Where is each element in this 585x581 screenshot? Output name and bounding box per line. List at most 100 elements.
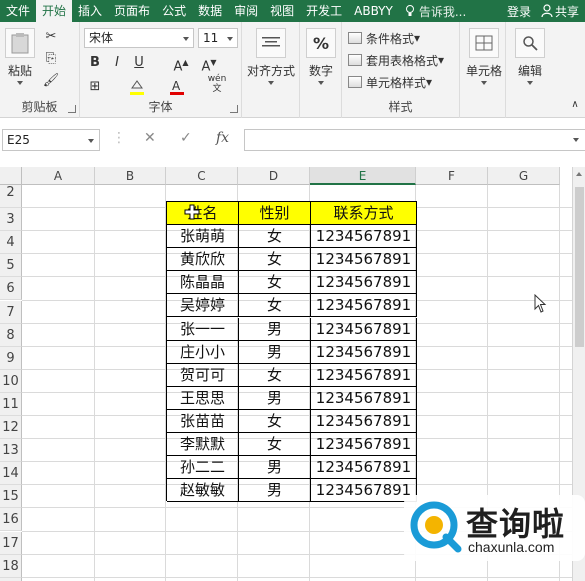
row-header-15[interactable]: 15 xyxy=(0,485,22,509)
table-cell[interactable]: 吴婷婷 xyxy=(167,294,239,318)
table-header-cell[interactable]: 姓名 xyxy=(167,202,239,226)
row-header-6[interactable]: 6 xyxy=(0,277,22,301)
tab-insert[interactable]: 插入 xyxy=(72,0,108,22)
scroll-thumb[interactable] xyxy=(575,187,584,347)
column-header-f[interactable]: F xyxy=(416,167,488,185)
row-header-11[interactable]: 11 xyxy=(0,392,22,416)
bold-button[interactable]: B xyxy=(86,54,104,72)
table-cell[interactable]: 1234567891 xyxy=(311,225,417,249)
tab-file[interactable]: 文件 xyxy=(0,0,36,22)
font-name-dropdown[interactable]: 宋体 xyxy=(84,28,194,48)
row-header-14[interactable]: 14 xyxy=(0,462,22,486)
number-button[interactable]: % 数字 xyxy=(304,28,338,85)
table-cell[interactable]: 女 xyxy=(239,225,311,249)
table-cell[interactable]: 庄小小 xyxy=(167,340,239,364)
fill-color-icon[interactable] xyxy=(128,78,146,96)
tab-home[interactable]: 开始 xyxy=(36,0,73,22)
row-header-18[interactable]: 18 xyxy=(0,554,22,578)
copy-icon[interactable]: ⎘ xyxy=(42,50,60,68)
table-cell[interactable]: 陈晶晶 xyxy=(167,271,239,295)
table-header-cell[interactable]: 联系方式 xyxy=(311,202,417,226)
table-cell[interactable]: 女 xyxy=(239,271,311,295)
underline-button[interactable]: U xyxy=(130,54,148,72)
table-cell[interactable]: 1234567891 xyxy=(311,363,417,387)
italic-button[interactable]: I xyxy=(108,54,126,72)
increase-font-icon[interactable]: A▲ xyxy=(172,54,190,74)
table-cell[interactable]: 1234567891 xyxy=(311,409,417,433)
table-cell[interactable]: 贺可可 xyxy=(167,363,239,387)
table-cell[interactable]: 1234567891 xyxy=(311,456,417,480)
decrease-font-icon[interactable]: A▼ xyxy=(200,54,218,74)
table-cell[interactable]: 王思思 xyxy=(167,386,239,410)
column-header-c[interactable]: C xyxy=(166,167,238,185)
conditional-format-button[interactable]: 条件格式 ▾ xyxy=(348,28,420,48)
collapse-ribbon-icon[interactable]: ∧ xyxy=(566,96,584,114)
row-header-2[interactable]: 2 xyxy=(0,185,22,209)
table-cell[interactable]: 1234567891 xyxy=(311,386,417,410)
font-launcher-icon[interactable] xyxy=(230,105,238,113)
row-header-3[interactable]: 3 xyxy=(0,208,22,232)
table-cell[interactable]: 1234567891 xyxy=(311,248,417,272)
table-cell[interactable]: 1234567891 xyxy=(311,479,417,503)
column-header-g[interactable]: G xyxy=(488,167,560,185)
table-cell[interactable]: 女 xyxy=(239,433,311,457)
table-cell[interactable]: 男 xyxy=(239,340,311,364)
table-cell[interactable]: 1234567891 xyxy=(311,433,417,457)
tab-page-layout[interactable]: 页面布 xyxy=(108,0,156,22)
row-header-4[interactable]: 4 xyxy=(0,231,22,255)
table-cell[interactable]: 李默默 xyxy=(167,433,239,457)
table-cell[interactable]: 男 xyxy=(239,479,311,503)
fx-icon[interactable]: fx xyxy=(216,130,229,146)
share-button[interactable]: 共享 xyxy=(539,3,585,20)
expand-formula-icon[interactable] xyxy=(573,138,579,142)
phonetic-icon[interactable]: wén 文 xyxy=(204,74,230,94)
formula-input[interactable] xyxy=(244,129,585,151)
format-painter-icon[interactable]: 🖌 xyxy=(42,72,60,90)
table-cell[interactable]: 1234567891 xyxy=(311,294,417,318)
cut-icon[interactable]: ✂ xyxy=(42,28,60,46)
table-cell[interactable]: 赵敏敏 xyxy=(167,479,239,503)
table-cell[interactable]: 张萌萌 xyxy=(167,225,239,249)
paste-button[interactable]: 粘贴 xyxy=(4,28,36,85)
row-header-16[interactable]: 16 xyxy=(0,508,22,532)
select-all-corner[interactable] xyxy=(0,167,22,185)
editing-button[interactable]: 编辑 xyxy=(510,28,550,85)
table-cell[interactable]: 1234567891 xyxy=(311,271,417,295)
table-cell[interactable]: 男 xyxy=(239,317,311,341)
table-cell[interactable]: 女 xyxy=(239,409,311,433)
login-link[interactable]: 登录 xyxy=(499,3,539,20)
table-cell[interactable]: 1234567891 xyxy=(311,317,417,341)
cancel-icon[interactable]: ✕ xyxy=(144,130,156,146)
table-cell[interactable]: 女 xyxy=(239,248,311,272)
scroll-up-icon[interactable] xyxy=(576,172,582,176)
row-header-7[interactable]: 7 xyxy=(0,300,22,324)
tab-abbyy[interactable]: ABBYY xyxy=(348,0,399,22)
tell-me-box[interactable]: 告诉我... xyxy=(405,3,466,20)
cell-styles-button[interactable]: 单元格样式 ▾ xyxy=(348,72,432,92)
table-cell[interactable]: 张一一 xyxy=(167,317,239,341)
clipboard-launcher-icon[interactable] xyxy=(68,105,76,113)
row-header-17[interactable]: 17 xyxy=(0,531,22,555)
column-header-a[interactable]: A xyxy=(22,167,95,185)
table-cell[interactable]: 女 xyxy=(239,363,311,387)
row-header-9[interactable]: 9 xyxy=(0,346,22,370)
tab-data[interactable]: 数据 xyxy=(192,0,228,22)
table-cell[interactable]: 男 xyxy=(239,386,311,410)
row-header-8[interactable]: 8 xyxy=(0,323,22,347)
tab-review[interactable]: 审阅 xyxy=(228,0,264,22)
row-header-13[interactable]: 13 xyxy=(0,439,22,463)
name-box[interactable]: E25 xyxy=(2,129,100,151)
table-cell[interactable]: 张苗苗 xyxy=(167,409,239,433)
column-header-e[interactable]: E xyxy=(310,167,416,185)
font-color-icon[interactable]: A xyxy=(168,78,186,96)
table-cell[interactable]: 男 xyxy=(239,456,311,480)
format-as-table-button[interactable]: 套用表格格式 ▾ xyxy=(348,50,444,70)
table-cell[interactable]: 1234567891 xyxy=(311,340,417,364)
cells-button[interactable]: 单元格 xyxy=(464,28,504,85)
row-header-10[interactable]: 10 xyxy=(0,369,22,393)
enter-icon[interactable]: ✓ xyxy=(180,130,192,146)
table-cell[interactable]: 孙二二 xyxy=(167,456,239,480)
alignment-button[interactable]: 对齐方式 xyxy=(244,28,298,85)
table-cell[interactable]: 女 xyxy=(239,294,311,318)
row-header-5[interactable]: 5 xyxy=(0,254,22,278)
